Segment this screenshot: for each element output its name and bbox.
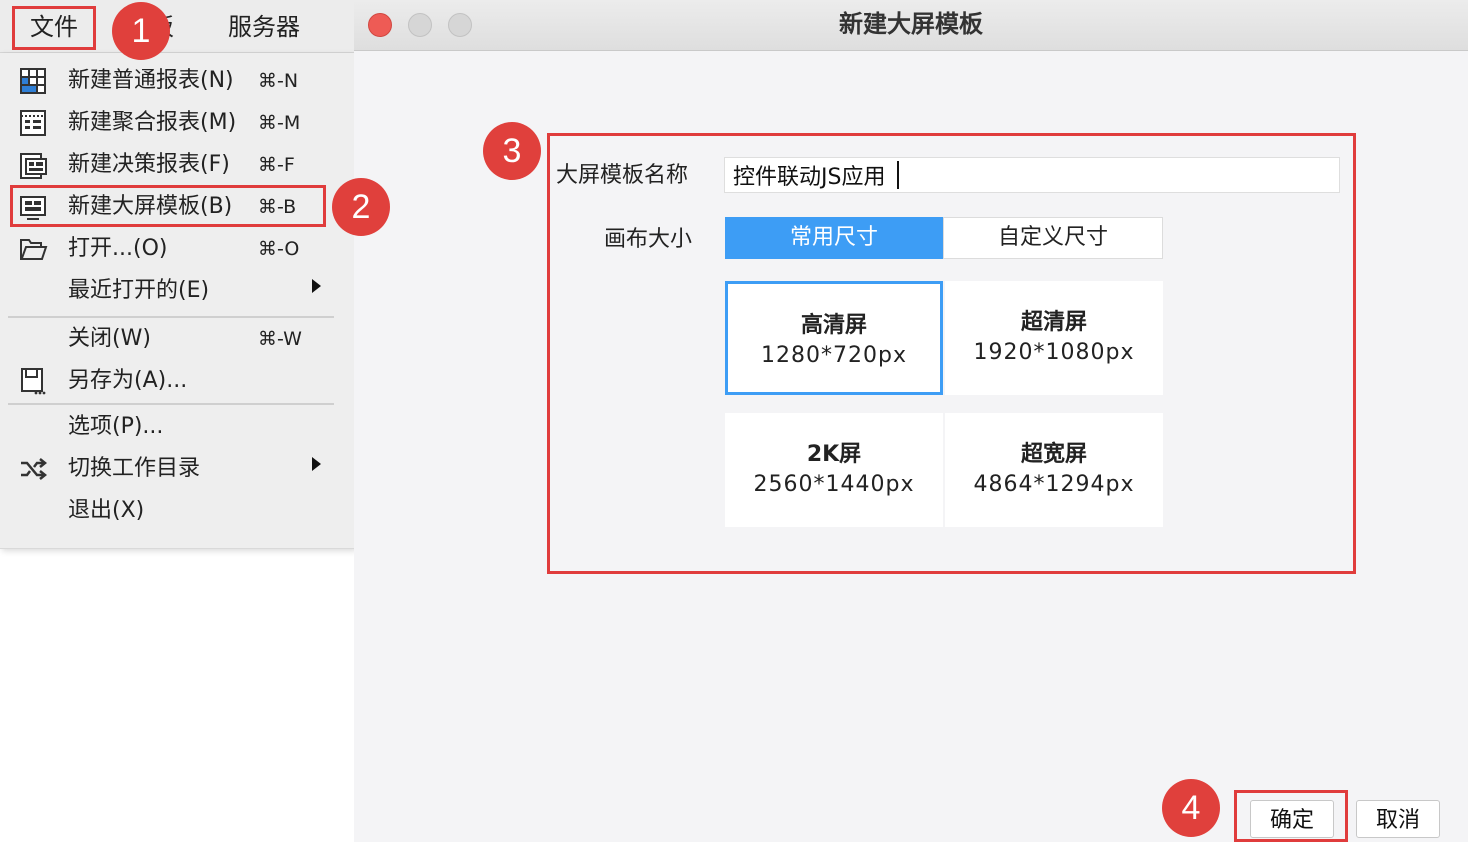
file-dropdown-menu: 新建普通报表(N) ⌘-N 新建聚合报表(M) ⌘-M 新建决策报表(F) ⌘-… [0,53,355,549]
tab-custom-size[interactable]: 自定义尺寸 [943,217,1163,259]
size-option-resolution: 4864*1294px [973,472,1135,497]
menu-item-label: 最近打开的(E) [68,278,210,303]
menu-item-label: 打开...(O) [68,236,168,261]
menu-file[interactable]: 文件 [14,10,94,44]
menu-item-new-normal-report[interactable]: 新建普通报表(N) ⌘-N [0,60,354,102]
menu-item-label: 新建普通报表(N) [68,68,234,93]
menu-item-exit[interactable]: 退出(X) [0,490,354,532]
menu-item-label: 新建大屏模板(B) [68,194,233,219]
aggregate-report-icon [18,108,48,138]
menu-item-save-as[interactable]: 另存为(A)... [0,360,354,402]
cancel-button[interactable]: 取消 [1356,800,1440,838]
screen-template-icon [18,192,48,222]
menu-item-label: 另存为(A)... [68,368,188,393]
size-option-hd[interactable]: 高清屏 1280*720px [725,281,943,395]
size-option-name: 高清屏 [800,313,867,338]
menu-item-shortcut: ⌘-W [258,328,302,350]
canvas-size-label: 画布大小 [604,227,693,252]
menu-server[interactable]: 服务器 [228,10,300,44]
menu-item-switch-directory[interactable]: 切换工作目录 [0,448,354,490]
menu-item-new-decision-report[interactable]: 新建决策报表(F) ⌘-F [0,144,354,186]
menu-item-shortcut: ⌘-N [258,70,299,92]
text-caret [897,161,899,189]
grid-report-icon [18,66,48,96]
size-option-name: 2K屏 [806,442,862,467]
menu-item-recent[interactable]: 最近打开的(E) [0,270,354,312]
size-option-resolution: 2560*1440px [753,472,915,497]
annotation-step-badge-2: 2 [332,178,390,236]
menu-item-label: 新建决策报表(F) [68,152,230,177]
submenu-arrow-icon [312,279,321,293]
size-option-fhd[interactable]: 超清屏 1920*1080px [945,281,1163,395]
menu-item-shortcut: ⌘-O [258,238,300,260]
menu-item-options[interactable]: 选项(P)... [0,406,354,448]
menu-separator [8,403,334,405]
folder-open-icon [18,234,48,264]
dialog-titlebar: 新建大屏模板 [354,0,1468,51]
menu-item-label: 关闭(W) [68,326,151,351]
menu-item-shortcut: ⌘-M [258,112,301,134]
menubar: 文件 板 服务器 [0,0,354,53]
save-as-icon [18,366,48,396]
decision-report-icon [18,150,48,180]
template-name-label: 大屏模板名称 [556,163,689,188]
dialog-title: 新建大屏模板 [839,10,983,38]
size-option-resolution: 1920*1080px [973,340,1135,365]
menu-item-label: 选项(P)... [68,414,164,439]
size-option-resolution: 1280*720px [761,343,907,368]
size-option-name: 超清屏 [1020,310,1087,335]
menu-item-shortcut: ⌘-F [258,154,295,176]
menu-item-label: 退出(X) [68,498,145,523]
annotation-step-badge-3: 3 [483,122,541,180]
size-option-name: 超宽屏 [1020,442,1087,467]
size-option-2k[interactable]: 2K屏 2560*1440px [725,413,943,527]
menu-item-label: 切换工作目录 [68,456,201,481]
tab-common-size[interactable]: 常用尺寸 [725,217,943,259]
menu-item-close[interactable]: 关闭(W) ⌘-W [0,318,354,360]
ok-button[interactable]: 确定 [1250,800,1334,838]
submenu-arrow-icon [312,457,321,471]
annotation-step-badge-1: 1 [112,2,170,60]
template-name-input[interactable] [724,157,1340,193]
menu-item-shortcut: ⌘-B [258,196,297,218]
annotation-step-badge-4: 4 [1162,779,1220,837]
menu-item-new-screen-template[interactable]: 新建大屏模板(B) ⌘-B [0,186,354,228]
menu-item-label: 新建聚合报表(M) [68,110,237,135]
switch-directory-icon [18,454,48,484]
size-option-ultrawide[interactable]: 超宽屏 4864*1294px [945,413,1163,527]
menu-item-open[interactable]: 打开...(O) ⌘-O [0,228,354,270]
menu-item-new-aggregate-report[interactable]: 新建聚合报表(M) ⌘-M [0,102,354,144]
